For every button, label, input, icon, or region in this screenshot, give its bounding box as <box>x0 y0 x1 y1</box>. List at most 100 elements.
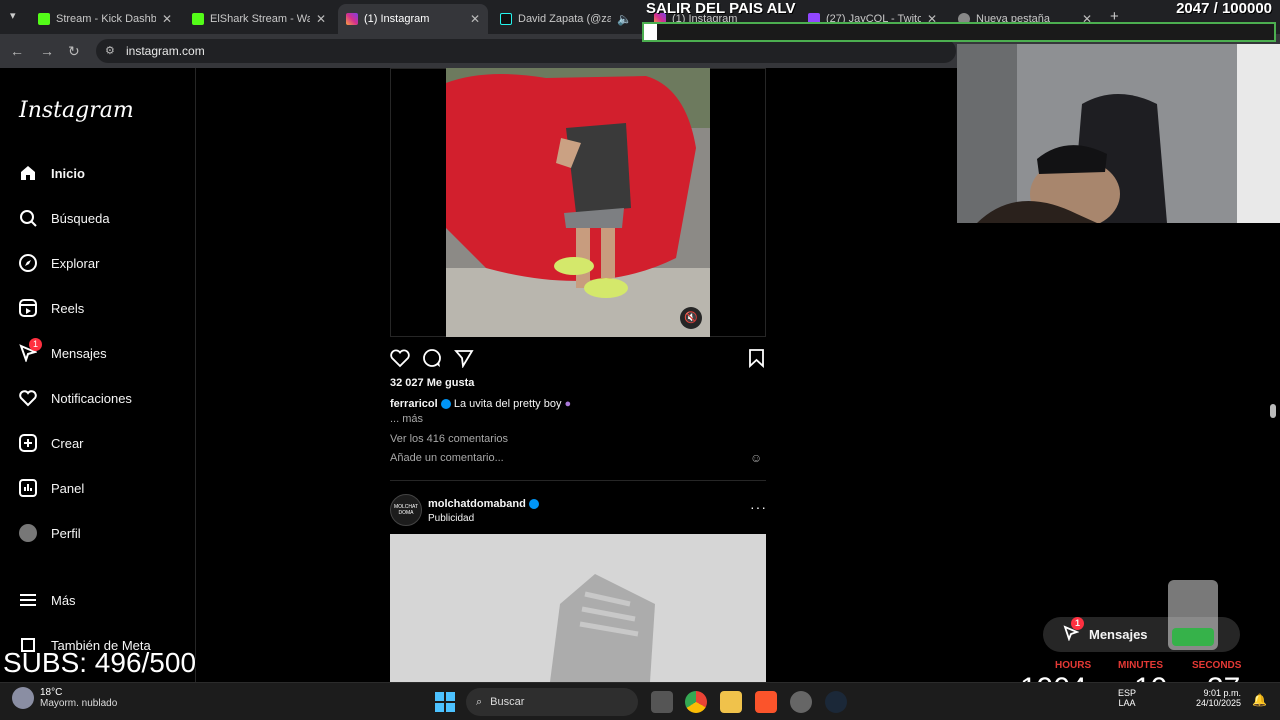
subs-counter: SUBS: 496/500 <box>3 647 197 678</box>
instagram-logo[interactable]: Instagram <box>19 98 134 123</box>
likes-count[interactable]: 32 027 Me gusta <box>390 377 474 389</box>
emoji-picker-icon[interactable]: ☺ <box>750 451 762 465</box>
sponsored-label: Publicidad <box>428 513 475 524</box>
ad-account-name-row: molchatdomaband <box>428 498 539 510</box>
video-frame-image <box>446 68 710 337</box>
close-tab-icon[interactable]: ✕ <box>162 12 172 26</box>
tiktok-icon <box>500 13 512 25</box>
stream-goal-title: SALIR DEL PAIS ALV <box>646 0 796 17</box>
tab-instagram-active[interactable]: (1) Instagram ✕ <box>338 4 488 34</box>
instagram-icon <box>346 13 358 25</box>
caption-text: La uvita del pretty boy <box>453 398 562 410</box>
timer-hours-label: HOURS <box>1055 660 1092 671</box>
goal-progress-fill <box>644 24 657 40</box>
nav-busqueda[interactable]: Búsqueda <box>18 208 110 228</box>
post-video[interactable]: 🔇 <box>446 68 710 337</box>
back-icon[interactable]: ← <box>10 43 24 59</box>
task-view-icon[interactable] <box>651 691 673 713</box>
webcam-overlay <box>957 44 1280 223</box>
stream-goal-counter: 2047 / 100000 <box>1176 0 1272 17</box>
messages-label: Mensajes <box>1089 627 1148 642</box>
tab-kick-dashboard[interactable]: Stream - Kick Dashboa ✕ <box>30 4 180 34</box>
mute-tab-icon[interactable]: 🔈 <box>617 12 632 26</box>
notification-center-icon[interactable]: 🔔 <box>1252 693 1267 707</box>
tab-elshark-stream[interactable]: ElShark Stream - Watc ✕ <box>184 4 334 34</box>
plus-square-icon <box>18 433 38 453</box>
nav-label: Panel <box>51 480 85 496</box>
nav-label: Crear <box>51 435 84 451</box>
taskbar-search[interactable]: ⌕ Buscar <box>466 688 638 716</box>
weather-widget[interactable]: 18°C Mayorm. nublado <box>12 687 117 709</box>
close-tab-icon[interactable]: ✕ <box>316 12 326 26</box>
nav-explorar[interactable]: Explorar <box>18 253 99 273</box>
nav-crear[interactable]: Crear <box>18 433 84 453</box>
view-comments-link[interactable]: Ver los 416 comentarios <box>390 433 508 445</box>
share-icon[interactable] <box>454 348 474 373</box>
tab-tiktok[interactable]: David Zapata (@za 🔈 <box>492 4 640 34</box>
comment-input[interactable]: Añade un comentario... <box>390 452 504 464</box>
page-scrollbar-thumb[interactable] <box>1270 404 1276 418</box>
comment-icon[interactable] <box>422 348 442 373</box>
language-indicator[interactable]: ESP LAA <box>1118 688 1136 708</box>
app-icon[interactable] <box>790 691 812 713</box>
notification-badge: 1 <box>29 338 42 351</box>
nav-label: Perfil <box>51 525 81 541</box>
heart-icon <box>18 388 38 408</box>
save-bookmark-icon[interactable] <box>748 348 765 373</box>
nav-perfil[interactable]: Perfil <box>18 523 81 543</box>
close-tab-icon[interactable]: ✕ <box>470 12 480 26</box>
goal-total: / 100000 <box>1213 0 1272 17</box>
lang-layout: LAA <box>1118 698 1136 708</box>
url-field[interactable]: ⚙ instagram.com <box>96 39 956 63</box>
menu-icon <box>18 590 38 610</box>
post-caption: ferraricol La uvita del pretty boy ● <box>390 398 571 410</box>
post-divider <box>390 480 766 481</box>
search-label: Buscar <box>490 696 525 708</box>
coin-jar-widget <box>1168 580 1218 650</box>
reels-icon <box>18 298 38 318</box>
cloud-icon <box>12 687 34 709</box>
forward-icon[interactable]: → <box>40 43 54 59</box>
post-author[interactable]: ferraricol <box>390 398 438 410</box>
ad-media[interactable] <box>390 534 766 682</box>
nav-label: Notificaciones <box>51 390 132 406</box>
nav-inicio[interactable]: Inicio <box>18 163 85 183</box>
grape-emoji-icon: ● <box>564 398 572 410</box>
kick-icon <box>192 13 204 25</box>
reload-icon[interactable]: ↻ <box>68 43 80 60</box>
timer-minutes-label: MINUTES <box>1118 660 1163 671</box>
nav-panel[interactable]: Panel <box>18 478 84 498</box>
lang-code: ESP <box>1118 688 1137 698</box>
nav-label: Mensajes <box>51 345 107 361</box>
instagram-feed: 🔇 32 027 Me gusta ferraricol La uvita de… <box>390 68 766 682</box>
more-options-icon[interactable]: ··· <box>750 499 767 515</box>
nav-mas[interactable]: Más <box>18 590 76 610</box>
file-explorer-icon[interactable] <box>720 691 742 713</box>
instagram-sidebar: Instagram Inicio Búsqueda Explorar Reels… <box>0 68 196 682</box>
nav-reels[interactable]: Reels <box>18 298 84 318</box>
windows-start-icon[interactable] <box>435 692 455 712</box>
weather-temp: 18°C <box>40 687 63 698</box>
ad-account-name[interactable]: molchatdomaband <box>428 498 526 510</box>
messenger-icon: 1 <box>1063 617 1084 644</box>
home-icon <box>18 163 38 183</box>
search-icon: ⌕ <box>476 695 483 708</box>
steam-icon[interactable] <box>825 691 847 713</box>
brave-icon[interactable] <box>755 691 777 713</box>
like-icon[interactable] <box>390 348 410 373</box>
nav-label: Búsqueda <box>51 210 110 226</box>
system-clock[interactable]: 9:01 p.m. 24/10/2025 <box>1196 688 1241 708</box>
nav-mensajes[interactable]: 1 Mensajes <box>18 338 107 363</box>
notification-badge: 1 <box>1071 617 1084 630</box>
windows-taskbar: 18°C Mayorm. nublado ⌕ Buscar ESP LAA 9:… <box>0 682 1280 720</box>
mute-icon[interactable]: 🔇 <box>680 307 702 329</box>
chrome-taskbar-icon[interactable] <box>685 691 707 713</box>
site-info-icon[interactable]: ⚙ <box>105 44 115 57</box>
more-link[interactable]: ... más <box>390 413 423 425</box>
clock-time: 9:01 p.m. <box>1203 688 1242 698</box>
nav-notificaciones[interactable]: Notificaciones <box>18 388 132 408</box>
tab-search-icon[interactable]: ▾ <box>10 9 16 22</box>
webcam-feed <box>957 44 1280 223</box>
url-text: instagram.com <box>126 44 205 58</box>
ad-account-avatar[interactable]: MOLCHAT DOMA <box>390 494 422 526</box>
